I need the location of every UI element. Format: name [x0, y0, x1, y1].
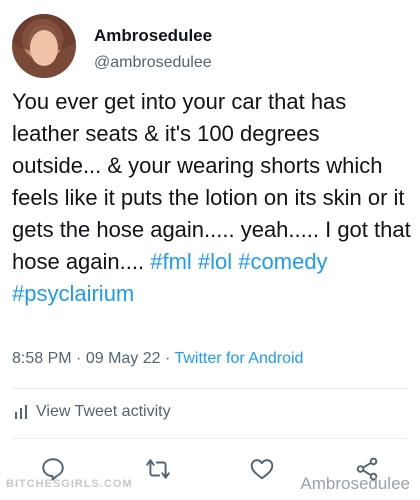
tweet-text: You ever get into your car that has leat… — [12, 86, 412, 310]
avatar[interactable] — [12, 14, 76, 78]
tweet-time[interactable]: 8:58 PM — [12, 350, 72, 367]
watermark-right: Ambrosedulee — [300, 474, 410, 493]
divider — [12, 438, 408, 439]
like-icon[interactable] — [249, 456, 275, 482]
hashtag-fml[interactable]: #fml — [150, 249, 192, 274]
tweet-body: You ever get into your car that has leat… — [12, 89, 411, 274]
hashtag-psyclairium[interactable]: #psyclairium — [12, 281, 134, 306]
author-handle[interactable]: @ambrosedulee — [94, 54, 212, 72]
divider — [12, 388, 408, 389]
hashtag-comedy[interactable]: #comedy — [238, 249, 327, 274]
author-display-name[interactable]: Ambrosedulee — [94, 26, 212, 46]
hashtag-lol[interactable]: #lol — [198, 249, 232, 274]
tweet-source[interactable]: Twitter for Android — [174, 350, 303, 367]
retweet-icon[interactable] — [145, 456, 171, 482]
tweet-date[interactable]: 09 May 22 — [86, 350, 161, 367]
activity-label: View Tweet activity — [36, 403, 171, 420]
watermark-left: BITCHESGIRLS.COM — [6, 478, 133, 490]
bar-chart-icon — [15, 405, 27, 419]
view-tweet-activity[interactable]: View Tweet activity — [14, 403, 171, 421]
tweet-header: Ambrosedulee @ambrosedulee — [12, 14, 408, 88]
tweet-meta: 8:58 PM · 09 May 22 · Twitter for Androi… — [12, 350, 304, 367]
